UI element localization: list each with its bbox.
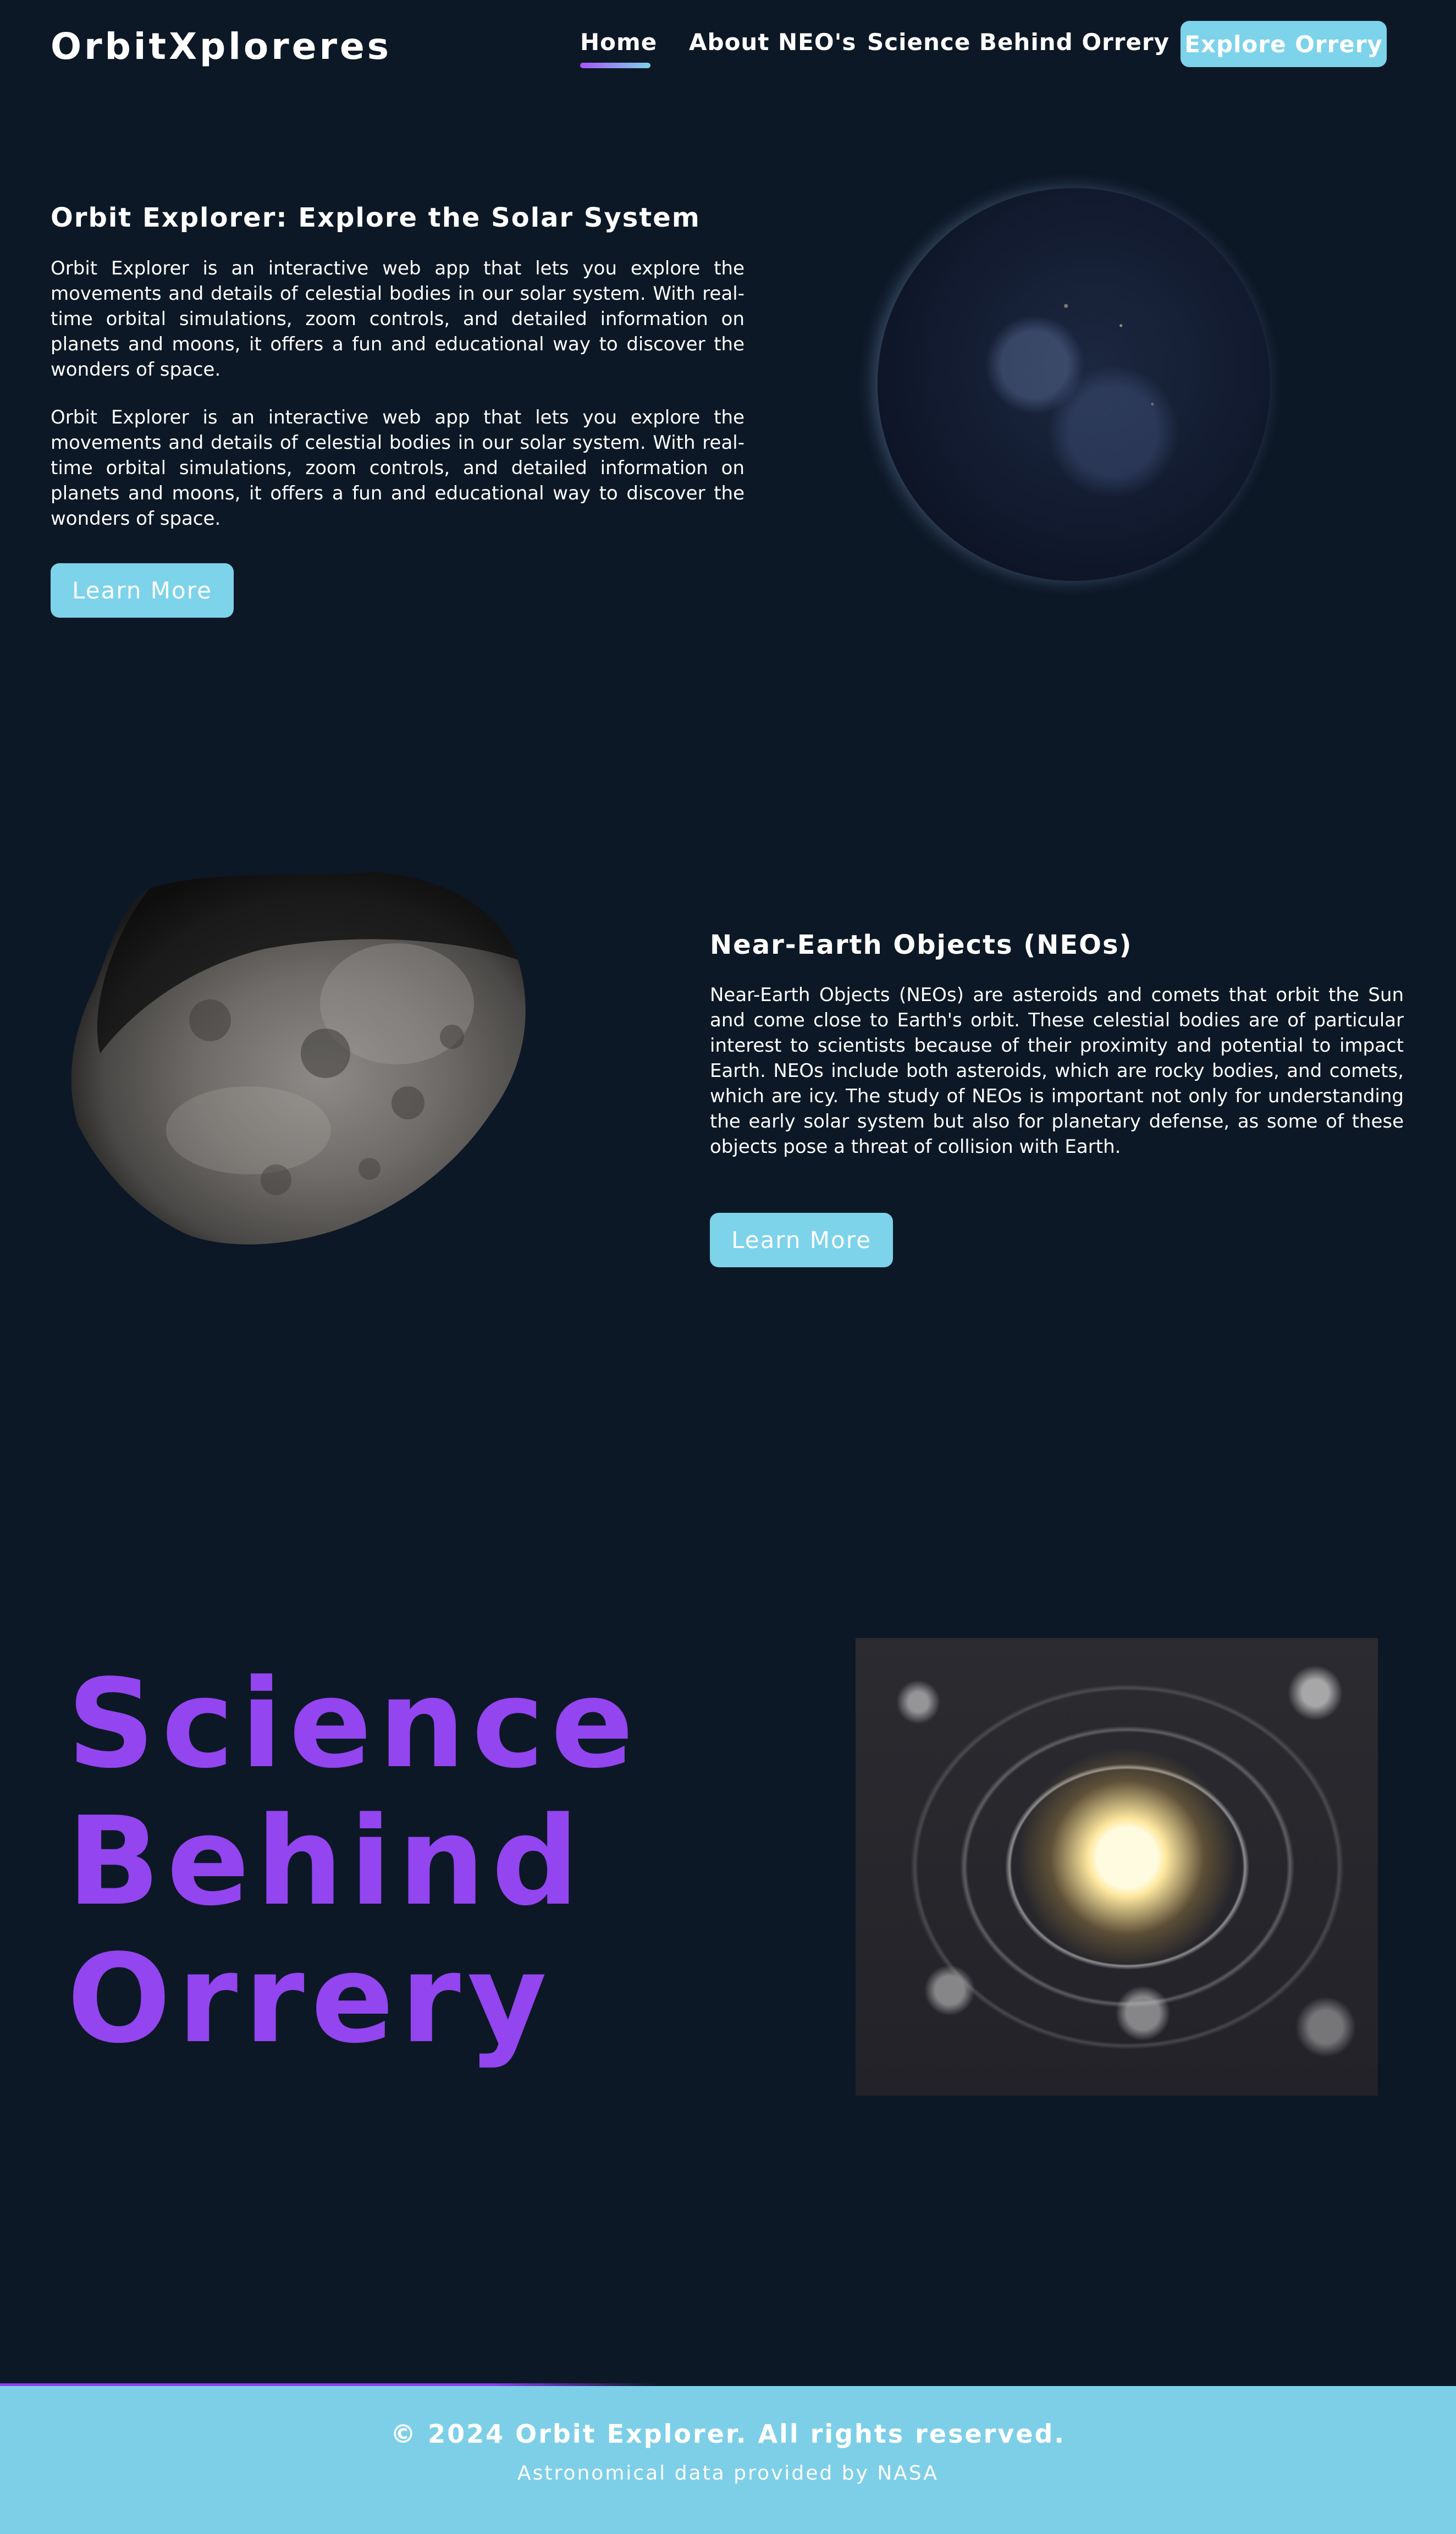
neo-learn-more-button[interactable]: Learn More bbox=[710, 1213, 893, 1267]
hero-paragraph-1: Orbit Explorer is an interactive web app… bbox=[51, 257, 744, 381]
neo-title: Near-Earth Objects (NEOs) bbox=[710, 930, 1133, 960]
science-title-line-1: Science bbox=[67, 1653, 641, 1795]
nav-home-link[interactable]: Home bbox=[580, 29, 657, 56]
footer bbox=[0, 2386, 1456, 2534]
hero-title: Orbit Explorer: Explore the Solar System bbox=[51, 202, 701, 233]
science-title-line-2: Behind bbox=[67, 1791, 586, 1933]
footer-credit: Astronomical data provided by NASA bbox=[517, 2462, 939, 2484]
earth-image bbox=[878, 188, 1270, 581]
nav-active-underline bbox=[580, 63, 650, 68]
asteroid-image bbox=[71, 872, 526, 1245]
science-title: Science Behind Orrery bbox=[67, 1656, 699, 2068]
site-logo[interactable]: OrbitXploreres bbox=[51, 25, 391, 68]
science-title-line-3: Orrery bbox=[67, 1928, 554, 2070]
hero-learn-more-button[interactable]: Learn More bbox=[51, 563, 234, 618]
neo-paragraph: Near-Earth Objects (NEOs) are asteroids … bbox=[710, 984, 1404, 1158]
hero-paragraph-2: Orbit Explorer is an interactive web app… bbox=[51, 406, 744, 530]
page: OrbitXploreres Home About NEO's Science … bbox=[0, 0, 1456, 2534]
orrery-image bbox=[856, 1638, 1378, 2096]
footer-copyright: © 2024 Orbit Explorer. All rights reserv… bbox=[390, 2419, 1066, 2449]
nav-about-neos-link[interactable]: About NEO's bbox=[689, 29, 856, 56]
nav-science-link[interactable]: Science Behind Orrery bbox=[867, 29, 1170, 56]
explore-orrery-button[interactable]: Explore Orrery bbox=[1181, 21, 1387, 67]
